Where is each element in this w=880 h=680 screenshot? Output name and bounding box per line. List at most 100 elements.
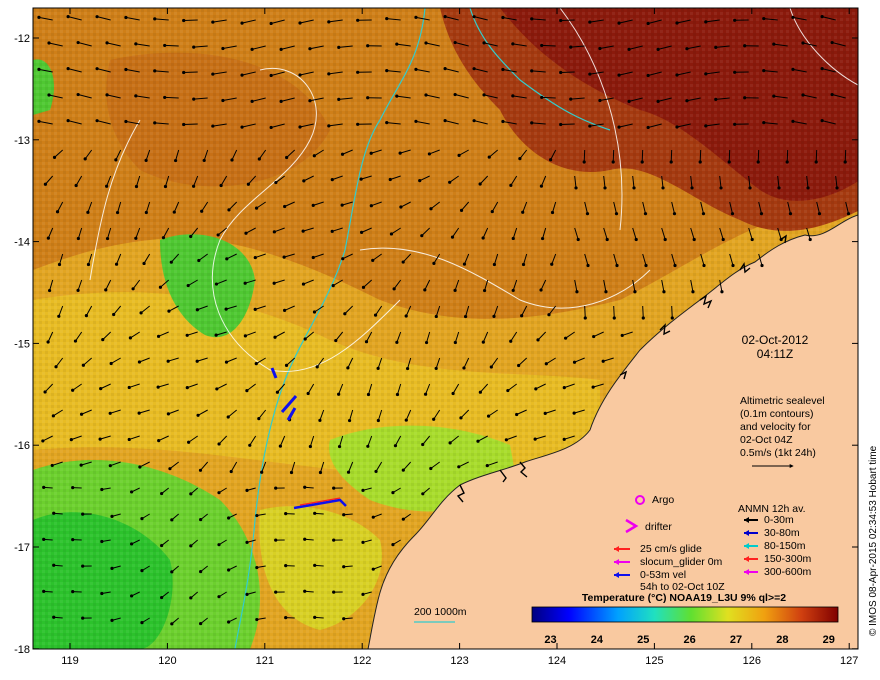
current-vector-head bbox=[424, 93, 428, 97]
current-vector-head bbox=[432, 417, 436, 421]
current-vector-head bbox=[298, 125, 302, 129]
current-vector-head bbox=[662, 290, 666, 294]
current-vector bbox=[612, 149, 615, 163]
current-vector-head bbox=[254, 206, 259, 210]
current-vector bbox=[786, 149, 789, 163]
colorbar-tick-label: 24 bbox=[591, 634, 604, 646]
current-vector-head bbox=[366, 96, 370, 100]
current-vector-head bbox=[269, 125, 273, 130]
current-vector-head bbox=[472, 15, 476, 19]
current-vector-head bbox=[160, 491, 164, 496]
current-vector-head bbox=[356, 70, 360, 74]
current-vector-head bbox=[385, 121, 389, 125]
current-vector-head bbox=[142, 261, 146, 266]
current-vector-head bbox=[702, 263, 706, 268]
current-vector-head bbox=[588, 72, 592, 76]
current-vector-head bbox=[166, 412, 171, 416]
current-vector-head bbox=[462, 262, 467, 266]
current-vector-head bbox=[303, 537, 307, 541]
anmn-depth-label: 0-30m bbox=[764, 514, 794, 526]
altimetry-line-5: 0.5m/s (1kt 24h) bbox=[740, 447, 816, 459]
current-vector-head bbox=[244, 231, 248, 235]
current-vector-head bbox=[318, 470, 323, 475]
current-vector-head bbox=[283, 308, 287, 313]
current-vector-head bbox=[395, 94, 399, 98]
current-vector-head bbox=[243, 281, 247, 285]
current-vector-head bbox=[79, 412, 84, 416]
current-vector-head bbox=[731, 263, 735, 268]
current-vector-head bbox=[601, 359, 605, 363]
current-vector-head bbox=[274, 486, 278, 490]
current-vector bbox=[757, 149, 760, 163]
current-vector-head bbox=[284, 564, 288, 568]
current-vector bbox=[560, 19, 575, 22]
current-vector-head bbox=[656, 47, 660, 51]
current-vector-head bbox=[79, 463, 83, 467]
current-vector-head bbox=[462, 366, 466, 370]
current-vector-head bbox=[301, 282, 306, 286]
current-vector-head bbox=[110, 618, 114, 622]
current-vector-head bbox=[134, 184, 139, 189]
current-vector-head bbox=[303, 337, 307, 341]
current-vector-head bbox=[395, 340, 399, 344]
current-vector-head bbox=[359, 230, 364, 234]
current-vector-head bbox=[389, 232, 394, 236]
current-vector-head bbox=[182, 18, 186, 23]
current-vector-head bbox=[550, 210, 555, 215]
current-vector-head bbox=[424, 41, 428, 45]
current-vector-head bbox=[632, 186, 636, 190]
current-vector-head bbox=[114, 158, 118, 162]
current-vector-head bbox=[127, 437, 131, 442]
current-vector-head bbox=[81, 616, 85, 620]
current-vector-head bbox=[540, 43, 544, 48]
current-vector-head bbox=[172, 210, 176, 214]
current-vector-head bbox=[47, 41, 51, 45]
current-vector-head bbox=[369, 204, 373, 208]
current-vector-head bbox=[109, 361, 113, 366]
current-vector-head bbox=[691, 290, 695, 294]
current-vector bbox=[583, 149, 586, 163]
current-vector-head bbox=[273, 335, 277, 339]
current-vector-head bbox=[274, 590, 278, 594]
current-vector bbox=[183, 123, 198, 126]
colorbar-gradient bbox=[531, 606, 839, 623]
current-vector-head bbox=[81, 363, 85, 367]
lon-tick-label: 120 bbox=[158, 655, 176, 667]
current-vector-head bbox=[359, 177, 363, 181]
altimetry-line-3: and velocity for bbox=[740, 421, 811, 433]
current-vector-head bbox=[342, 617, 346, 621]
current-vector-head bbox=[189, 492, 193, 496]
current-vector-head bbox=[434, 314, 438, 319]
current-vector-head bbox=[704, 124, 708, 128]
current-vector bbox=[670, 149, 673, 163]
current-vector-head bbox=[100, 487, 104, 492]
colorbar-tick-label: 23 bbox=[544, 634, 556, 646]
current-vector-head bbox=[788, 212, 793, 216]
current-vector-head bbox=[250, 47, 254, 51]
current-vector-head bbox=[401, 468, 405, 472]
colorbar-tick-label: 29 bbox=[823, 634, 835, 646]
current-vector-head bbox=[199, 569, 203, 574]
current-vector-head bbox=[211, 124, 215, 128]
current-vector-head bbox=[432, 261, 436, 265]
current-vector-head bbox=[506, 388, 510, 393]
current-vector-head bbox=[453, 340, 457, 345]
current-vector-head bbox=[414, 119, 418, 123]
current-vector-head bbox=[634, 237, 638, 242]
current-vector-head bbox=[405, 366, 410, 371]
altimetry-line-1: Altimetric sealevel bbox=[740, 395, 825, 407]
current-vector-head bbox=[275, 390, 280, 394]
current-vector-head bbox=[331, 283, 335, 288]
current-vector-head bbox=[791, 15, 795, 19]
current-vector-head bbox=[743, 96, 747, 100]
current-vector-head bbox=[301, 229, 305, 233]
anmn-depth-label: 300-600m bbox=[764, 566, 812, 578]
current-vector-head bbox=[66, 119, 70, 123]
current-vector-head bbox=[374, 469, 378, 474]
current-vector-head bbox=[733, 122, 737, 126]
current-vector-head bbox=[544, 362, 548, 366]
time-label: 04:11Z bbox=[757, 347, 793, 361]
current-vector-head bbox=[224, 360, 229, 364]
current-vector-head bbox=[99, 387, 103, 391]
current-vector-head bbox=[404, 314, 408, 318]
